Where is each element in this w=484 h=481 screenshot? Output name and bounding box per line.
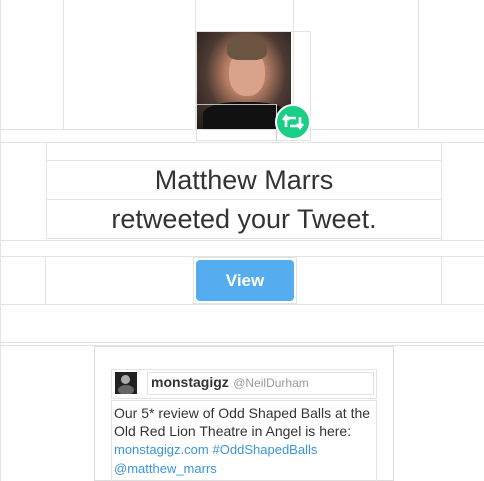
grid-line [0, 304, 484, 305]
view-button[interactable]: View [196, 260, 294, 301]
avatar-hair [227, 34, 267, 60]
grid-line [63, 0, 64, 130]
grid-line [47, 199, 441, 200]
grid-line [0, 342, 484, 343]
grid-line [441, 256, 442, 304]
notification-user-name: Matthew Marrs [154, 165, 334, 195]
tweet-author-name[interactable]: monstagigz [151, 374, 229, 390]
tweet-hashtag[interactable]: #OddShapedBalls [213, 442, 318, 457]
grid-line [197, 104, 277, 105]
tweet-mention[interactable]: @matthew_marrs [114, 461, 217, 476]
retweet-icon [282, 114, 304, 130]
grid-line [0, 240, 484, 241]
tweet-link[interactable]: monstagigz.com [114, 442, 209, 457]
tweet-author: monstagigz @NeilDurham [151, 374, 309, 392]
notification-action-text: retweeted your Tweet. [111, 204, 377, 234]
grid-line [418, 0, 419, 130]
tweet-text: Our 5* review of Odd Shaped Balls at the… [114, 405, 371, 439]
grid-line [45, 256, 46, 304]
grid-line [47, 160, 441, 161]
tweet-text-block: Our 5* review of Odd Shaped Balls at the… [114, 404, 376, 478]
tweet-author-handle[interactable]: @NeilDurham [233, 376, 309, 390]
retweet-badge [275, 104, 311, 140]
tweet-author-avatar [115, 372, 137, 394]
